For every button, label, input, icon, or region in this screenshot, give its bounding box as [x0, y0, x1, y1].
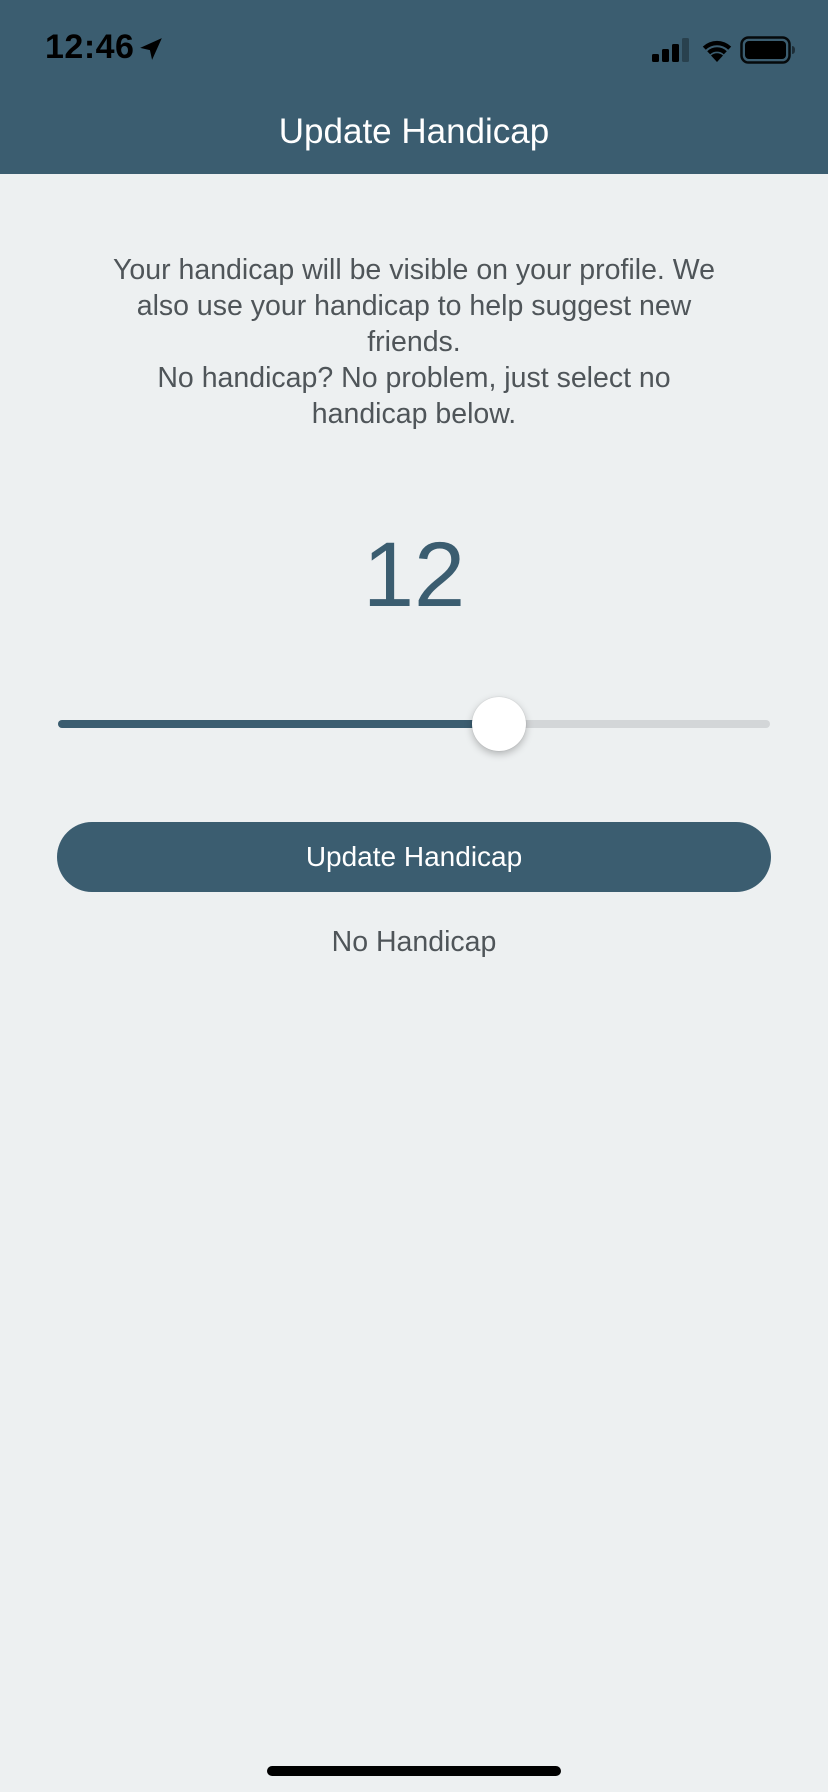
handicap-description: Your handicap will be visible on your pr…	[110, 252, 718, 432]
battery-icon	[740, 36, 795, 64]
cellular-signal-icon	[652, 38, 689, 62]
slider-fill	[58, 720, 500, 728]
status-bar: 12:46	[0, 0, 828, 100]
wifi-icon	[702, 40, 732, 62]
slider-thumb[interactable]	[472, 697, 527, 751]
update-handicap-button[interactable]: Update Handicap	[57, 822, 771, 892]
handicap-slider[interactable]	[58, 697, 770, 751]
home-indicator[interactable]	[267, 1766, 561, 1776]
no-handicap-hint: No handicap? No problem, just select no …	[157, 362, 671, 430]
page-title: Update Handicap	[278, 112, 550, 151]
description-text: Your handicap will be visible on your pr…	[112, 254, 715, 358]
handicap-value: 12	[362, 524, 466, 626]
no-handicap-button[interactable]: No Handicap	[0, 924, 828, 960]
navigation-header: 12:46 Update Handicap	[0, 0, 828, 174]
status-time: 12:46	[45, 28, 135, 66]
location-arrow-icon	[140, 38, 162, 60]
